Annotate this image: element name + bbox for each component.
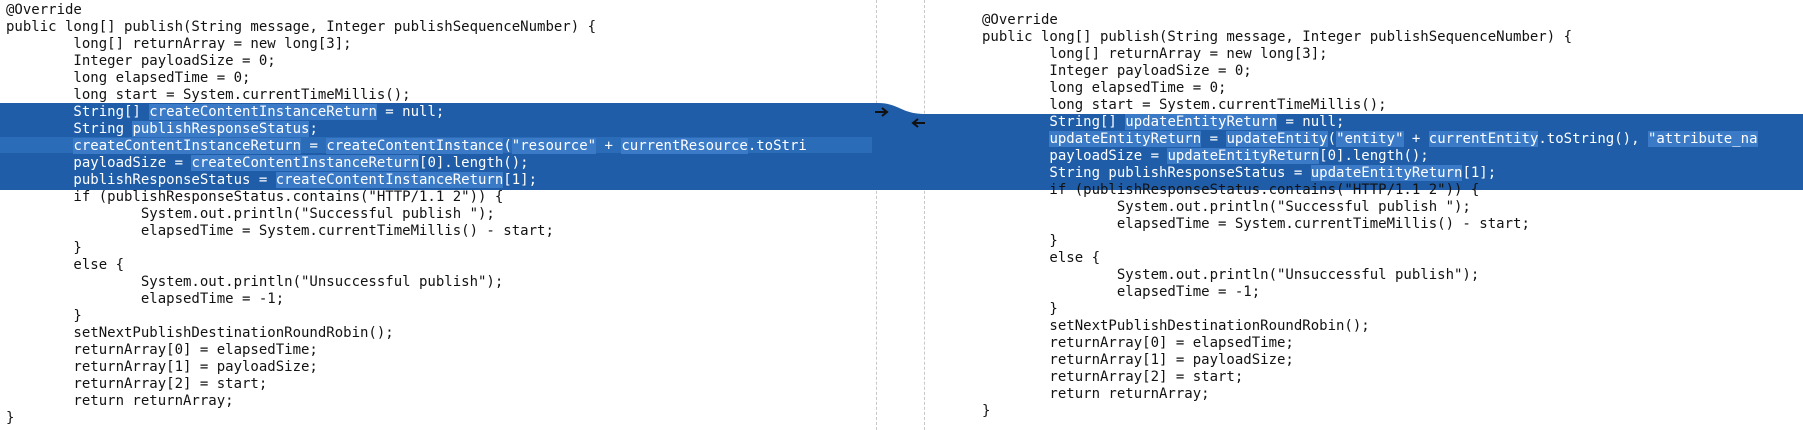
inline-change: currentEntity — [1428, 131, 1539, 147]
code-line: payloadSize = createContentInstanceRetur… — [6, 155, 529, 171]
code-line: System.out.println("Unsuccessful publish… — [982, 267, 1480, 283]
code-line: returnArray[0] = elapsedTime; — [982, 335, 1294, 351]
code-line: long start = System.currentTimeMillis(); — [982, 97, 1387, 113]
code-line: long elapsedTime = 0; — [982, 80, 1227, 96]
inline-change: createContentInstance — [326, 138, 504, 154]
inline-change: "resource" — [511, 138, 597, 154]
code-line: payloadSize = updateEntityReturn[0].leng… — [982, 148, 1429, 164]
code-line: returnArray[0] = elapsedTime; — [6, 342, 318, 358]
code-line: else { — [982, 250, 1101, 266]
code-line: String publishResponseStatus = updateEnt… — [982, 165, 1497, 181]
code-line: String[] createContentInstanceReturn = n… — [6, 104, 445, 120]
arrow-right-icon[interactable] — [874, 106, 890, 118]
right-code-pane[interactable]: @Override public long[] publish(String me… — [930, 0, 1803, 430]
code-line: setNextPublishDestinationRoundRobin(); — [6, 325, 394, 341]
code-line: public long[] publish(String message, In… — [982, 29, 1573, 45]
inline-change: "attribute_na — [1647, 131, 1758, 147]
code-line: returnArray[2] = start; — [6, 376, 268, 392]
code-line: String[] updateEntityReturn = null; — [982, 114, 1345, 130]
code-line: public long[] publish(String message, In… — [6, 19, 597, 35]
code-line: elapsedTime = -1; — [982, 284, 1261, 300]
code-line: createContentInstanceReturn = createCont… — [73, 138, 807, 154]
code-line: else { — [6, 257, 125, 273]
code-line: long[] returnArray = new long[3]; — [6, 36, 352, 52]
code-line: returnArray[2] = start; — [982, 369, 1244, 385]
code-line: Integer payloadSize = 0; — [6, 53, 276, 69]
inline-change: createContentInstanceReturn — [149, 104, 377, 120]
inline-change: currentResource — [621, 138, 748, 154]
code-line: Integer payloadSize = 0; — [982, 63, 1252, 79]
code-line: long elapsedTime = 0; — [6, 70, 251, 86]
code-line: return returnArray; — [6, 393, 234, 409]
code-line: System.out.println("Successful publish "… — [982, 199, 1471, 215]
code-line: returnArray[1] = payloadSize; — [982, 352, 1294, 368]
code-line: returnArray[1] = payloadSize; — [6, 359, 318, 375]
code-line: elapsedTime = System.currentTimeMillis()… — [6, 223, 554, 239]
diff-viewer: @Override public long[] publish(String me… — [0, 0, 1803, 430]
inline-change: createContentInstanceReturn — [191, 155, 420, 171]
inline-change: "entity" — [1336, 131, 1404, 147]
inline-change: updateEntity — [1226, 131, 1328, 147]
code-line: } — [6, 240, 82, 256]
inline-change: updateEntityReturn — [1049, 131, 1202, 147]
inline-change: createContentInstanceReturn — [275, 172, 504, 188]
code-line: elapsedTime = -1; — [6, 291, 285, 307]
inline-change: publishResponseStatus — [132, 121, 310, 137]
code-line: @Override — [982, 12, 1058, 28]
arrow-left-icon[interactable] — [910, 117, 926, 129]
code-line: elapsedTime = System.currentTimeMillis()… — [982, 216, 1530, 232]
code-line: } — [6, 308, 82, 324]
inline-change: updateEntityReturn — [1167, 148, 1320, 164]
code-line: publishResponseStatus = createContentIns… — [6, 172, 538, 188]
code-line: if (publishResponseStatus.contains("HTTP… — [982, 182, 1480, 198]
code-line: updateEntityReturn = updateEntity("entit… — [1049, 131, 1758, 147]
gutter-connector — [872, 103, 930, 190]
code-line: } — [982, 403, 991, 419]
code-line: setNextPublishDestinationRoundRobin(); — [982, 318, 1370, 334]
code-line: if (publishResponseStatus.contains("HTTP… — [6, 189, 504, 205]
code-line: System.out.println("Successful publish "… — [6, 206, 495, 222]
code-line: } — [6, 410, 15, 426]
inline-change: updateEntity — [1049, 131, 1151, 147]
diff-gutter — [872, 0, 930, 430]
code-line: } — [982, 233, 1058, 249]
inline-change: createContentInstance — [73, 138, 251, 154]
inline-change: updateEntityReturn — [1310, 165, 1463, 181]
code-line: } — [982, 301, 1058, 317]
code-line: long[] returnArray = new long[3]; — [982, 46, 1328, 62]
code-line: System.out.println("Unsuccessful publish… — [6, 274, 504, 290]
code-line: return returnArray; — [982, 386, 1210, 402]
left-code-pane[interactable]: @Override public long[] publish(String me… — [0, 0, 872, 430]
code-line: long start = System.currentTimeMillis(); — [6, 87, 411, 103]
code-line: String publishResponseStatus; — [6, 121, 318, 137]
inline-change: updateEntityReturn — [1125, 114, 1278, 130]
inline-change: createContentInstanceReturn — [73, 138, 302, 154]
code-line: @Override — [6, 2, 82, 18]
